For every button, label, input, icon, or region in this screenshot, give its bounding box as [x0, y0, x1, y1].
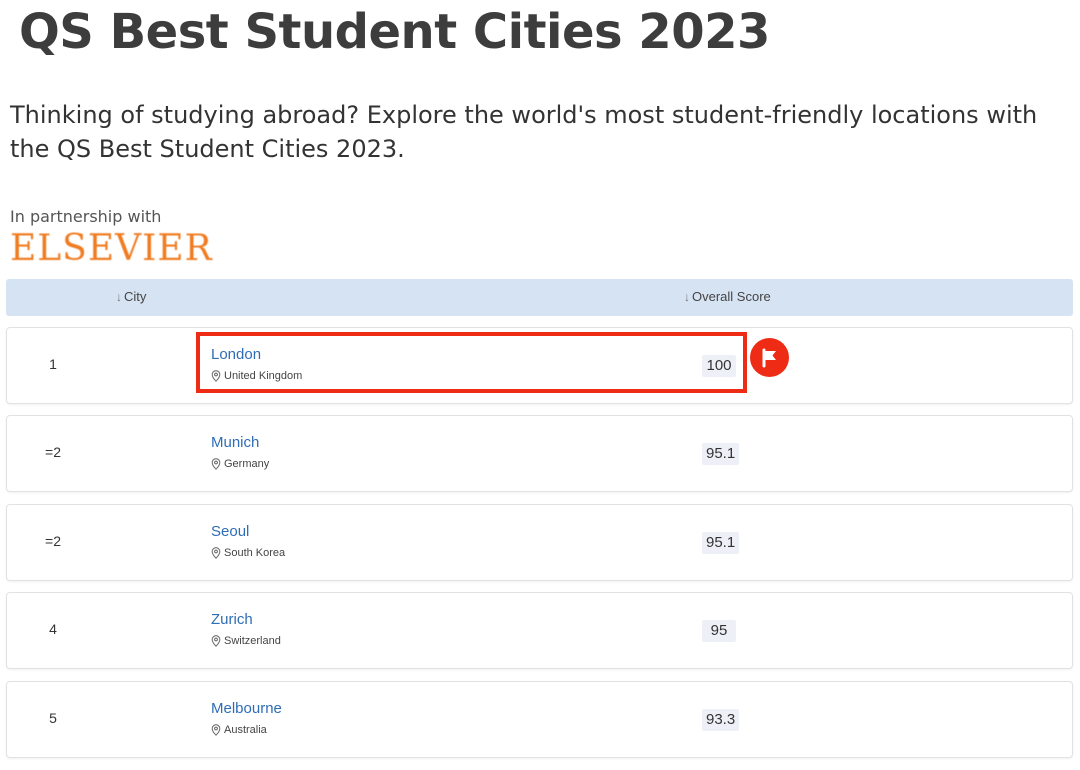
rank-value: =2 — [45, 444, 61, 460]
overall-score: 95.1 — [702, 532, 740, 554]
score-header-label: Overall Score — [692, 289, 771, 304]
overall-score: 95 — [702, 620, 736, 642]
page-title: QS Best Student Cities 2023 — [19, 4, 770, 60]
table-row: =2 Seoul South Korea 95.1 — [6, 504, 1073, 581]
table-row: 4 Zurich Switzerland 95 — [6, 592, 1073, 669]
intro-text: Thinking of studying abroad? Explore the… — [10, 101, 1038, 163]
table-row: 5 Melbourne Australia 93.3 — [6, 681, 1073, 758]
rank-value: 4 — [49, 621, 57, 637]
overall-score: 95.1 — [702, 443, 740, 465]
location-pin-icon — [211, 635, 221, 647]
location-pin-icon — [211, 724, 221, 736]
country-label: Switzerland — [211, 635, 281, 647]
rank-value: =2 — [45, 533, 61, 549]
country-name: Switzerland — [224, 635, 281, 647]
city-header-label: City — [124, 289, 147, 304]
country-name: Australia — [224, 724, 267, 736]
flag-badge — [750, 338, 789, 377]
sort-by-score-button[interactable]: ↓ Overall Score — [684, 289, 771, 304]
highlight-box — [196, 332, 747, 393]
country-label: Australia — [211, 724, 267, 736]
rank-value: 1 — [49, 356, 57, 372]
sort-by-city-button[interactable]: ↓ City — [116, 289, 146, 304]
location-pin-icon — [211, 458, 221, 470]
city-link[interactable]: Seoul — [211, 523, 249, 540]
country-name: Germany — [224, 458, 270, 470]
partner-block: In partnership with ELSEVIER — [10, 207, 213, 269]
sort-arrow-icon: ↓ — [684, 289, 690, 304]
table-header: ↓ City ↓ Overall Score — [6, 279, 1073, 316]
flag-icon — [762, 348, 776, 367]
city-link[interactable]: Zurich — [211, 611, 253, 628]
sort-arrow-icon: ↓ — [116, 289, 122, 304]
overall-score: 93.3 — [702, 709, 740, 731]
country-label: South Korea — [211, 547, 285, 559]
country-label: Germany — [211, 458, 269, 470]
location-pin-icon — [211, 547, 221, 559]
table-row: =2 Munich Germany 95.1 — [6, 415, 1073, 492]
country-name: South Korea — [224, 547, 286, 559]
rank-value: 5 — [49, 710, 57, 726]
city-link[interactable]: Melbourne — [211, 700, 282, 717]
elsevier-logo[interactable]: ELSEVIER — [10, 229, 213, 269]
partner-label: In partnership with — [10, 207, 162, 226]
city-link[interactable]: Munich — [211, 434, 259, 451]
